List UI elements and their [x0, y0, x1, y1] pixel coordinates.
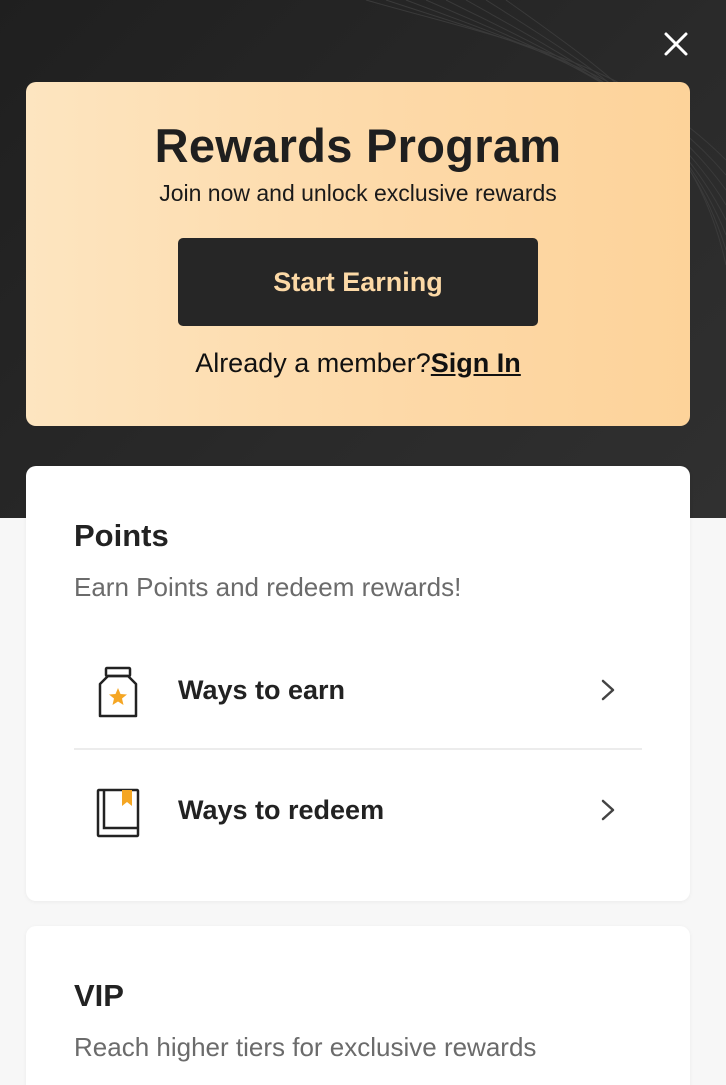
ways-to-earn-row[interactable]: Ways to earn: [74, 640, 642, 740]
chevron-right-icon: [601, 679, 615, 701]
rewards-panel: Rewards Program Join now and unlock excl…: [0, 0, 726, 1085]
chevron-right-icon: [601, 799, 615, 821]
hero-subtitle: Join now and unlock exclusive rewards: [159, 180, 557, 206]
points-title: Points: [74, 518, 169, 553]
bookmark-book-icon: [96, 788, 140, 838]
points-subtitle: Earn Points and redeem rewards!: [74, 572, 462, 602]
vip-card: VIP Reach higher tiers for exclusive rew…: [26, 926, 690, 1085]
ways-to-redeem-row[interactable]: Ways to redeem: [74, 760, 642, 860]
hero-title: Rewards Program: [154, 119, 562, 172]
vip-subtitle: Reach higher tiers for exclusive rewards: [74, 1032, 537, 1062]
jar-star-icon: [98, 666, 138, 718]
close-icon: [664, 32, 688, 56]
close-button[interactable]: [660, 28, 692, 60]
member-prompt-text: Already a member?: [195, 348, 431, 378]
points-card: Points Earn Points and redeem rewards! W…: [26, 466, 690, 901]
ways-to-earn-label: Ways to earn: [178, 675, 346, 705]
row-divider: [74, 748, 642, 750]
ways-to-redeem-label: Ways to redeem: [178, 795, 385, 825]
member-prompt-line: Already a member?Sign In: [26, 348, 690, 379]
sign-in-link[interactable]: Sign In: [431, 348, 521, 378]
start-earning-button[interactable]: Start Earning: [178, 238, 538, 326]
vip-title: VIP: [74, 978, 124, 1013]
rewards-hero-card: Rewards Program Join now and unlock excl…: [26, 82, 690, 426]
